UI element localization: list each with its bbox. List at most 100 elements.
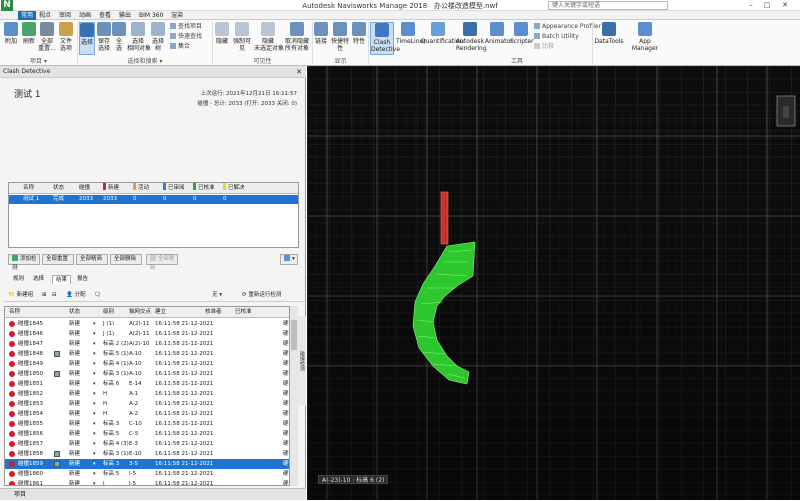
delete-all-button[interactable]: 全部删除 bbox=[110, 254, 142, 265]
test-row[interactable]: 测试 1 完成 2033 2033 0 0 0 0 bbox=[9, 195, 298, 204]
appearance-profiler-button[interactable]: Appearance Profiler bbox=[534, 23, 601, 31]
status-dropdown-icon[interactable]: ▾ bbox=[93, 321, 96, 327]
batch-utility-button[interactable]: Batch Utility bbox=[534, 33, 579, 41]
table-row[interactable]: 碰撞1851 新建 ▾ 标高 6 E-14 16:11:58 21-12-2021 硬 bbox=[5, 379, 289, 389]
col-result-level[interactable]: 级别 bbox=[103, 307, 114, 318]
table-row[interactable]: 碰撞1846 新建 ▾ J (1) A(2)-11 16:11:58 21-12-2021… bbox=[5, 329, 289, 339]
col-reviewed[interactable]: 已审阅 bbox=[163, 183, 185, 194]
comment-icon[interactable]: 🗨 bbox=[94, 290, 101, 300]
update-all-button[interactable]: 全部更新 bbox=[146, 254, 178, 271]
export-dropdown[interactable]: ▾ bbox=[280, 254, 298, 265]
properties-button[interactable]: 特性 bbox=[352, 22, 366, 55]
col-name[interactable]: 名称 bbox=[23, 183, 34, 194]
tab-rules[interactable]: 规则 bbox=[10, 275, 27, 284]
table-row[interactable]: 碰撞1861 新建 ▾ I I-5 16:11:58 21-12-2021 硬 bbox=[5, 479, 289, 485]
select-all-button[interactable]: 全 选 bbox=[112, 22, 126, 55]
table-row[interactable]: 碰撞1856 新建 ▾ 标高 5 C-5 16:11:58 21-12-2021 硬 bbox=[5, 429, 289, 439]
reset-all-button[interactable]: 全部 重置... bbox=[38, 22, 56, 55]
tab-review[interactable]: 审阅 bbox=[56, 11, 74, 20]
scripter-button[interactable]: Scripter bbox=[510, 22, 534, 55]
table-row[interactable]: 碰撞1850 新建 ▾ 标高 3 (1) A-10 16:11:58 21-12-2021… bbox=[5, 369, 289, 379]
quick-find-input[interactable]: 快速查找 bbox=[170, 33, 202, 41]
col-result-status[interactable]: 状态 bbox=[69, 307, 80, 318]
status-dropdown-icon[interactable]: ▾ bbox=[93, 351, 96, 357]
compact-all-button[interactable]: 全部精简 bbox=[76, 254, 108, 265]
tab-render[interactable]: 渲染 bbox=[168, 11, 186, 20]
require-button[interactable]: 强制可见 bbox=[231, 22, 253, 55]
group-collapse-icon[interactable]: ⊟ bbox=[52, 290, 57, 300]
tab-view[interactable]: 查看 bbox=[96, 11, 114, 20]
status-dropdown-icon[interactable]: ▾ bbox=[93, 451, 96, 457]
rerun-button[interactable]: ⟳ 重新运行检测 bbox=[242, 290, 281, 300]
assign-button[interactable]: 👤 分配 bbox=[66, 290, 86, 300]
status-dropdown-icon[interactable]: ▾ bbox=[93, 431, 96, 437]
compare-button[interactable]: 比较 bbox=[534, 43, 554, 51]
status-dropdown-icon[interactable]: ▾ bbox=[93, 331, 96, 337]
timeliner-button[interactable]: TimeLiner bbox=[396, 22, 426, 55]
group-expand-icon[interactable]: ⊞ bbox=[42, 290, 47, 300]
table-row[interactable]: 碰撞1852 新建 ▾ H A-1 16:11:58 21-12-2021 硬 bbox=[5, 389, 289, 399]
quantification-button[interactable]: Quantification bbox=[421, 22, 463, 55]
select-button[interactable]: 选择 bbox=[79, 22, 95, 55]
status-dropdown-icon[interactable]: ▾ bbox=[93, 391, 96, 397]
tab-results[interactable]: 结果 bbox=[52, 275, 72, 284]
status-dropdown-icon[interactable]: ▾ bbox=[93, 471, 96, 477]
minimize-icon[interactable]: – bbox=[744, 0, 758, 11]
app-manager-button[interactable]: App Manager bbox=[626, 22, 664, 55]
status-dropdown-icon[interactable]: ▾ bbox=[93, 371, 96, 377]
status-dropdown-icon[interactable]: ▾ bbox=[93, 401, 96, 407]
add-test-button[interactable]: 添加检测 bbox=[8, 254, 40, 271]
table-row[interactable]: 碰撞1855 新建 ▾ 标高 3 C-10 16:11:58 21-12-2021 硬 bbox=[5, 419, 289, 429]
table-row[interactable]: 碰撞1857 新建 ▾ 标高 4 (3) E-3 16:11:58 21-12-2021 硬 bbox=[5, 439, 289, 449]
datatools-button[interactable]: DataTools bbox=[594, 22, 624, 55]
tab-output[interactable]: 输出 bbox=[116, 11, 134, 20]
tab-animation[interactable]: 动画 bbox=[76, 11, 94, 20]
3d-viewport[interactable] bbox=[307, 66, 800, 500]
tab-select[interactable]: 选择 bbox=[30, 275, 47, 284]
side-tab-clash[interactable]: 碰撞检测 bbox=[297, 316, 306, 406]
hide-button[interactable]: 隐藏 bbox=[214, 22, 230, 55]
tab-home[interactable]: 常用 bbox=[18, 11, 37, 20]
status-dropdown-icon[interactable]: ▾ bbox=[93, 461, 96, 467]
status-dropdown-icon[interactable]: ▾ bbox=[93, 421, 96, 427]
col-status[interactable]: 状态 bbox=[53, 183, 64, 194]
reset-all-tests-button[interactable]: 全部重置 bbox=[42, 254, 74, 265]
table-row[interactable]: 碰撞1845 新建 ▾ J (1) A(2)-11 16:11:58 21-12-2021… bbox=[5, 319, 289, 329]
search-input[interactable]: 键入关键字或短语 bbox=[548, 1, 668, 10]
col-result-approved[interactable]: 已核准 bbox=[235, 307, 252, 318]
status-dropdown-icon[interactable]: ▾ bbox=[93, 381, 96, 387]
links-button[interactable]: 链接 bbox=[314, 22, 328, 55]
find-items-item[interactable]: 查找项目 bbox=[170, 23, 202, 31]
close-icon[interactable]: ✕ bbox=[778, 0, 792, 11]
maximize-icon[interactable]: □ bbox=[760, 0, 774, 11]
new-group-button[interactable]: 📁 新建组 bbox=[8, 290, 33, 300]
status-dropdown-icon[interactable]: ▾ bbox=[93, 341, 96, 347]
color-dropdown[interactable]: 无 ▾ bbox=[212, 290, 222, 300]
properties-tab[interactable]: 项目 bbox=[0, 488, 306, 500]
col-resolved[interactable]: 已解决 bbox=[223, 183, 245, 194]
select-same-button[interactable]: 选择 相同对象 bbox=[127, 22, 151, 55]
file-options-button[interactable]: 文件 选项 bbox=[57, 22, 75, 55]
viewcube-icon[interactable] bbox=[776, 95, 796, 127]
status-dropdown-icon[interactable]: ▾ bbox=[93, 411, 96, 417]
col-active[interactable]: 活动 bbox=[133, 183, 149, 194]
table-row[interactable]: 碰撞1858 新建 ▾ 标高 3 (1) E-10 16:11:58 21-12-2021… bbox=[5, 449, 289, 459]
table-row[interactable]: 碰撞1849 新建 ▾ 标高 4 (1) A-10 16:11:58 21-12-2021… bbox=[5, 359, 289, 369]
col-new[interactable]: 新建 bbox=[103, 183, 119, 194]
refresh-button[interactable]: 刷新 bbox=[21, 22, 37, 55]
table-row[interactable]: 碰撞1853 新建 ▾ H A-2 16:11:58 21-12-2021 硬 bbox=[5, 399, 289, 409]
col-result-grid[interactable]: 轴网交点 bbox=[129, 307, 151, 318]
save-selection-button[interactable]: 保存 选择 bbox=[97, 22, 111, 55]
status-dropdown-icon[interactable]: ▾ bbox=[93, 361, 96, 367]
table-row[interactable]: 碰撞1848 新建 ▾ 标高 5 (1) A-10 16:11:58 21-12-2021… bbox=[5, 349, 289, 359]
sets-dropdown[interactable]: 集合 bbox=[170, 43, 190, 51]
append-button[interactable]: 附加 bbox=[2, 22, 20, 55]
close-icon[interactable]: ✕ bbox=[296, 66, 302, 78]
rendering-button[interactable]: Autodesk Rendering bbox=[456, 22, 487, 55]
table-row[interactable]: 碰撞1847 新建 ▾ 标高 2 (2) A(2)-10 16:11:58 21-12-2… bbox=[5, 339, 289, 349]
table-row[interactable]: 碰撞1859 新建 ▾ 标高 3 3-5 16:11:58 21-12-2021 硬 bbox=[5, 459, 289, 469]
tab-bim360[interactable]: BIM 360 bbox=[136, 11, 166, 20]
animator-button[interactable]: Animator bbox=[485, 22, 513, 55]
col-result-approved-by[interactable]: 核准者 bbox=[205, 307, 222, 318]
selection-tree-button[interactable]: 选择 树 bbox=[150, 22, 166, 55]
